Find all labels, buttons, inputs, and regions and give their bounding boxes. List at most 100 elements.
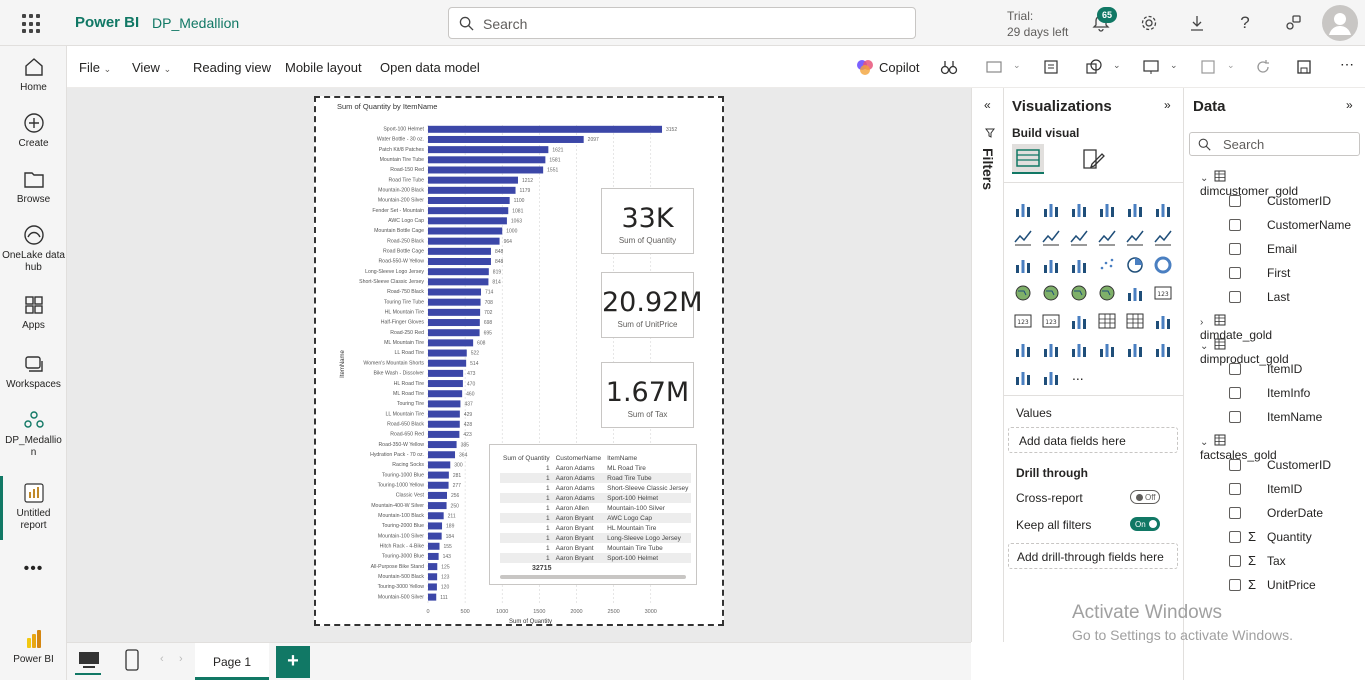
binoculars-icon[interactable]: [940, 58, 958, 76]
add-drill-through-field-well[interactable]: Add drill-through fields here: [1008, 543, 1178, 569]
treemap-icon[interactable]: [1013, 283, 1033, 303]
field-name[interactable]: ItemID: [1267, 362, 1302, 376]
report-page[interactable]: Sum of Quantity by ItemName 0 500 1000 1500 2…: [314, 96, 724, 626]
trophy-icon[interactable]: [1097, 339, 1117, 359]
field-checkbox[interactable]: [1229, 483, 1241, 495]
open-data-model-button[interactable]: Open data model: [380, 60, 480, 75]
scatter-icon[interactable]: [1097, 255, 1117, 275]
format-visual-icon[interactable]: [1080, 146, 1106, 172]
nav-home[interactable]: Home: [0, 56, 67, 94]
chevron-down-icon[interactable]: ⌄: [1227, 60, 1235, 71]
view-menu[interactable]: View ⌄: [132, 60, 171, 75]
waterfall-icon[interactable]: [1013, 255, 1033, 275]
pie-chart-icon[interactable]: [1125, 255, 1145, 275]
chevron-down-icon[interactable]: ⌄: [1200, 341, 1214, 352]
add-page-button[interactable]: +: [276, 646, 310, 678]
field-checkbox[interactable]: [1229, 219, 1241, 231]
nav-untitled-report[interactable]: Untitled report: [0, 482, 67, 532]
prev-page-icon[interactable]: ‹: [160, 653, 164, 665]
shapes-icon[interactable]: [1085, 58, 1103, 76]
line-chart-icon[interactable]: [1013, 227, 1033, 247]
trial-status[interactable]: Trial: 29 days left: [1007, 8, 1068, 40]
next-page-icon[interactable]: ›: [179, 653, 183, 665]
field-checkbox[interactable]: [1229, 411, 1241, 423]
field-name[interactable]: CustomerID: [1267, 194, 1331, 208]
field-checkbox[interactable]: [1229, 291, 1241, 303]
more-visuals-icon[interactable]: ...: [1072, 367, 1084, 383]
desktop-layout-icon[interactable]: [77, 650, 101, 670]
filled-map-icon[interactable]: [1069, 283, 1089, 303]
azure-map-icon[interactable]: [1097, 283, 1117, 303]
nav-powerbi[interactable]: Power BI: [0, 628, 67, 666]
kpi-icon[interactable]: 123: [1041, 311, 1061, 331]
expand-icon[interactable]: »: [1346, 98, 1353, 112]
column-header[interactable]: CustomerName: [553, 453, 605, 463]
visual-interactions-icon[interactable]: [1199, 58, 1217, 76]
paginated-icon[interactable]: [1125, 339, 1145, 359]
mobile-layout-icon[interactable]: [124, 649, 140, 671]
filters-pane[interactable]: « Filters: [971, 88, 1004, 642]
reading-view-button[interactable]: Reading view: [193, 60, 271, 75]
kpi-card-unitprice[interactable]: 20.92M Sum of UnitPrice: [601, 272, 703, 338]
notes-icon[interactable]: [1042, 58, 1060, 76]
100-column-icon[interactable]: [1153, 199, 1173, 219]
field-checkbox[interactable]: [1229, 363, 1241, 375]
ribbon-icon[interactable]: [1097, 227, 1117, 247]
keep-all-filters-toggle[interactable]: On: [1130, 517, 1160, 531]
stacked-area-icon[interactable]: [1069, 227, 1089, 247]
powerapps-icon[interactable]: [1013, 367, 1033, 387]
field-checkbox[interactable]: [1229, 459, 1241, 471]
table-row[interactable]: 1 Aaron Adams Short-Sleeve Classic Jersey: [500, 483, 691, 493]
search-input[interactable]: Search: [448, 7, 916, 39]
help-icon[interactable]: ?: [1234, 12, 1256, 34]
mobile-layout-button[interactable]: Mobile layout: [285, 60, 362, 75]
column-header[interactable]: ItemName: [604, 453, 691, 463]
page-tab[interactable]: Page 1: [195, 643, 269, 680]
field-name[interactable]: Quantity: [1267, 530, 1312, 544]
table-row[interactable]: 1 Aaron Bryant AWC Logo Cap: [500, 513, 692, 523]
table-row[interactable]: 1 Aaron Bryant Mountain Tire Tube: [500, 543, 691, 553]
data-search-input[interactable]: Search: [1189, 132, 1360, 156]
field-name[interactable]: Tax: [1267, 554, 1286, 568]
qa-icon[interactable]: [1041, 339, 1061, 359]
multirow-card-icon[interactable]: 123: [1013, 311, 1033, 331]
clustered-column-icon[interactable]: [1097, 199, 1117, 219]
build-visual-tab[interactable]: [1012, 144, 1044, 174]
field-checkbox[interactable]: [1229, 531, 1241, 543]
field-name[interactable]: First: [1267, 266, 1290, 280]
decomposition-tree-icon[interactable]: [1013, 339, 1033, 359]
chevron-down-icon[interactable]: ⌄: [1113, 60, 1121, 71]
map-icon[interactable]: [1041, 283, 1061, 303]
table-row[interactable]: 1 Aaron Bryant Sport-100 Helmet: [500, 553, 692, 563]
field-name[interactable]: Last: [1267, 290, 1290, 304]
field-checkbox[interactable]: [1229, 579, 1241, 591]
filters-label[interactable]: Filters: [980, 148, 996, 190]
card-icon[interactable]: 123: [1153, 283, 1173, 303]
python-icon[interactable]: [1153, 339, 1173, 359]
table-row[interactable]: 1 Aaron Allen Mountain-100 Silver: [500, 503, 691, 513]
nav-dp-medallion[interactable]: DP_Medallion: [0, 409, 67, 459]
powerautomate-icon[interactable]: [1041, 367, 1061, 387]
donut-chart-icon[interactable]: [1153, 255, 1173, 275]
kpi-card-quantity[interactable]: 33K Sum of Quantity: [601, 188, 694, 254]
table-row[interactable]: 1 Aaron Adams ML Road Tire: [500, 463, 691, 473]
table-scrollbar[interactable]: [500, 575, 686, 579]
narrative-icon[interactable]: [1069, 339, 1089, 359]
key-influencers-icon[interactable]: [1153, 311, 1173, 331]
expand-icon[interactable]: »: [1164, 98, 1171, 112]
copilot-button[interactable]: Copilot: [879, 60, 919, 75]
table-icon[interactable]: [1097, 311, 1117, 331]
field-checkbox[interactable]: [1229, 555, 1241, 567]
save-icon[interactable]: [1295, 58, 1313, 76]
funnel-icon[interactable]: [1069, 255, 1089, 275]
area-chart-icon[interactable]: [1041, 227, 1061, 247]
nav-browse[interactable]: Browse: [0, 168, 67, 206]
field-name[interactable]: CustomerName: [1267, 218, 1351, 232]
share-feedback-icon[interactable]: [1282, 12, 1304, 34]
field-checkbox[interactable]: [1229, 195, 1241, 207]
kpi-card-tax[interactable]: 1.67M Sum of Tax: [601, 362, 694, 428]
100-bar-icon[interactable]: [1125, 199, 1145, 219]
field-name[interactable]: ItemID: [1267, 482, 1302, 496]
line-column-icon[interactable]: [1125, 227, 1145, 247]
field-name[interactable]: ItemName: [1267, 410, 1322, 424]
